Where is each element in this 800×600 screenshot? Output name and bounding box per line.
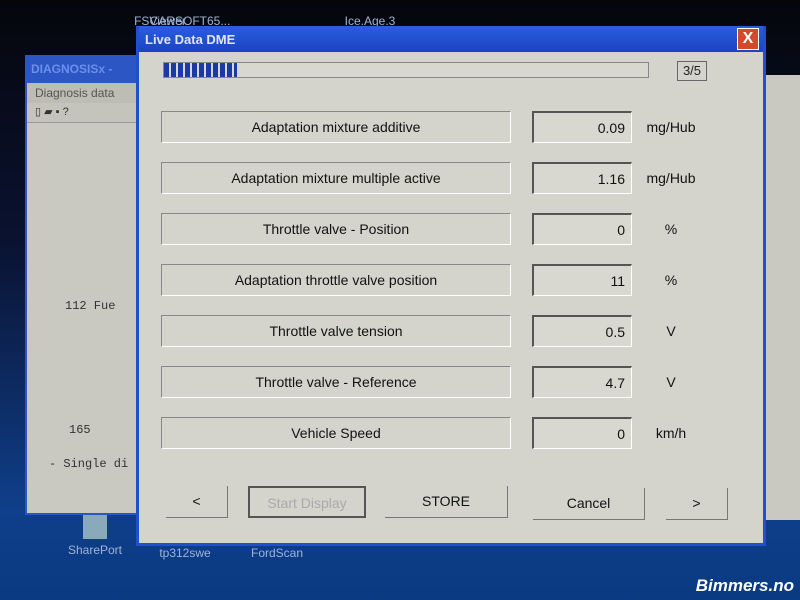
parameter-unit: mg/Hub xyxy=(646,170,696,186)
live-data-row: Throttle valve tension 0.5 V xyxy=(139,315,769,349)
parameter-value: 4.7 xyxy=(532,366,632,398)
diagnosis-window-title: DIAGNOSISx - xyxy=(27,57,143,83)
page-indicator: 3/5 xyxy=(677,61,707,81)
parameter-unit: V xyxy=(666,323,676,339)
parameter-value: 0 xyxy=(532,417,632,449)
desktop-icon-iceage[interactable]: Ice.Age.3 xyxy=(330,0,410,28)
live-data-row: Adaptation mixture multiple active 1.16 … xyxy=(139,162,769,196)
parameter-value: 1.16 xyxy=(532,162,632,194)
live-data-row: Throttle valve - Reference 4.7 V xyxy=(139,366,769,400)
parameter-unit: km/h xyxy=(655,425,687,441)
cancel-button[interactable]: Cancel xyxy=(533,488,645,520)
parameter-unit: % xyxy=(664,272,678,288)
parameter-label: Throttle valve - Position xyxy=(161,213,511,245)
start-display-button[interactable]: Start Display xyxy=(248,486,366,518)
prev-button[interactable]: < xyxy=(166,486,228,518)
desktop-icon-shareport[interactable]: SharePort xyxy=(55,515,135,557)
parameter-value: 0.5 xyxy=(532,315,632,347)
close-icon[interactable]: X xyxy=(737,28,759,50)
diagnosis-line: 112 Fue xyxy=(65,299,116,313)
parameter-unit: % xyxy=(664,221,678,237)
live-data-row: Adaptation throttle valve position 11 % xyxy=(139,264,769,298)
parameter-label: Throttle valve tension xyxy=(161,315,511,347)
parameter-label: Adaptation mixture additive xyxy=(161,111,511,143)
parameter-label: Adaptation throttle valve position xyxy=(161,264,511,296)
diagnosis-window: DIAGNOSISx - Diagnosis data ▯ ▰ ▪ ? 112 … xyxy=(25,55,145,515)
live-data-row: Vehicle Speed 0 km/h xyxy=(139,417,769,451)
live-data-dialog: Live Data DME X 3/5 Adaptation mixture a… xyxy=(136,26,766,546)
store-button[interactable]: STORE xyxy=(385,486,508,518)
parameter-label: Adaptation mixture multiple active xyxy=(161,162,511,194)
parameter-value: 0 xyxy=(532,213,632,245)
watermark-logo: Bimmers.no xyxy=(695,576,794,595)
parameter-value: 0.09 xyxy=(532,111,632,143)
live-data-row: Adaptation mixture additive 0.09 mg/Hub xyxy=(139,111,769,145)
parameter-unit: mg/Hub xyxy=(646,119,696,135)
dialog-title: Live Data DME xyxy=(139,26,763,52)
desktop-icon-tp312swe[interactable]: tp312swe xyxy=(145,546,225,560)
parameter-label: Throttle valve - Reference xyxy=(161,366,511,398)
progress-bar xyxy=(163,62,649,78)
desktop-icon-fordscan[interactable]: FordScan xyxy=(237,546,317,560)
diagnosis-line: 165 xyxy=(69,423,91,437)
diagnosis-menu[interactable]: Diagnosis data xyxy=(27,83,143,103)
desktop-icon-carsoft[interactable]: CARSOFT65... xyxy=(135,0,245,28)
toolbar-icons[interactable]: ▯ ▰ ▪ ? xyxy=(27,103,143,123)
live-data-row: Throttle valve - Position 0 % xyxy=(139,213,769,247)
parameter-value: 11 xyxy=(532,264,632,296)
next-button[interactable]: > xyxy=(666,488,728,520)
parameter-unit: V xyxy=(666,374,676,390)
parameter-label: Vehicle Speed xyxy=(161,417,511,449)
progress-fill xyxy=(164,63,237,77)
diagnosis-line: - Single di xyxy=(49,457,129,471)
